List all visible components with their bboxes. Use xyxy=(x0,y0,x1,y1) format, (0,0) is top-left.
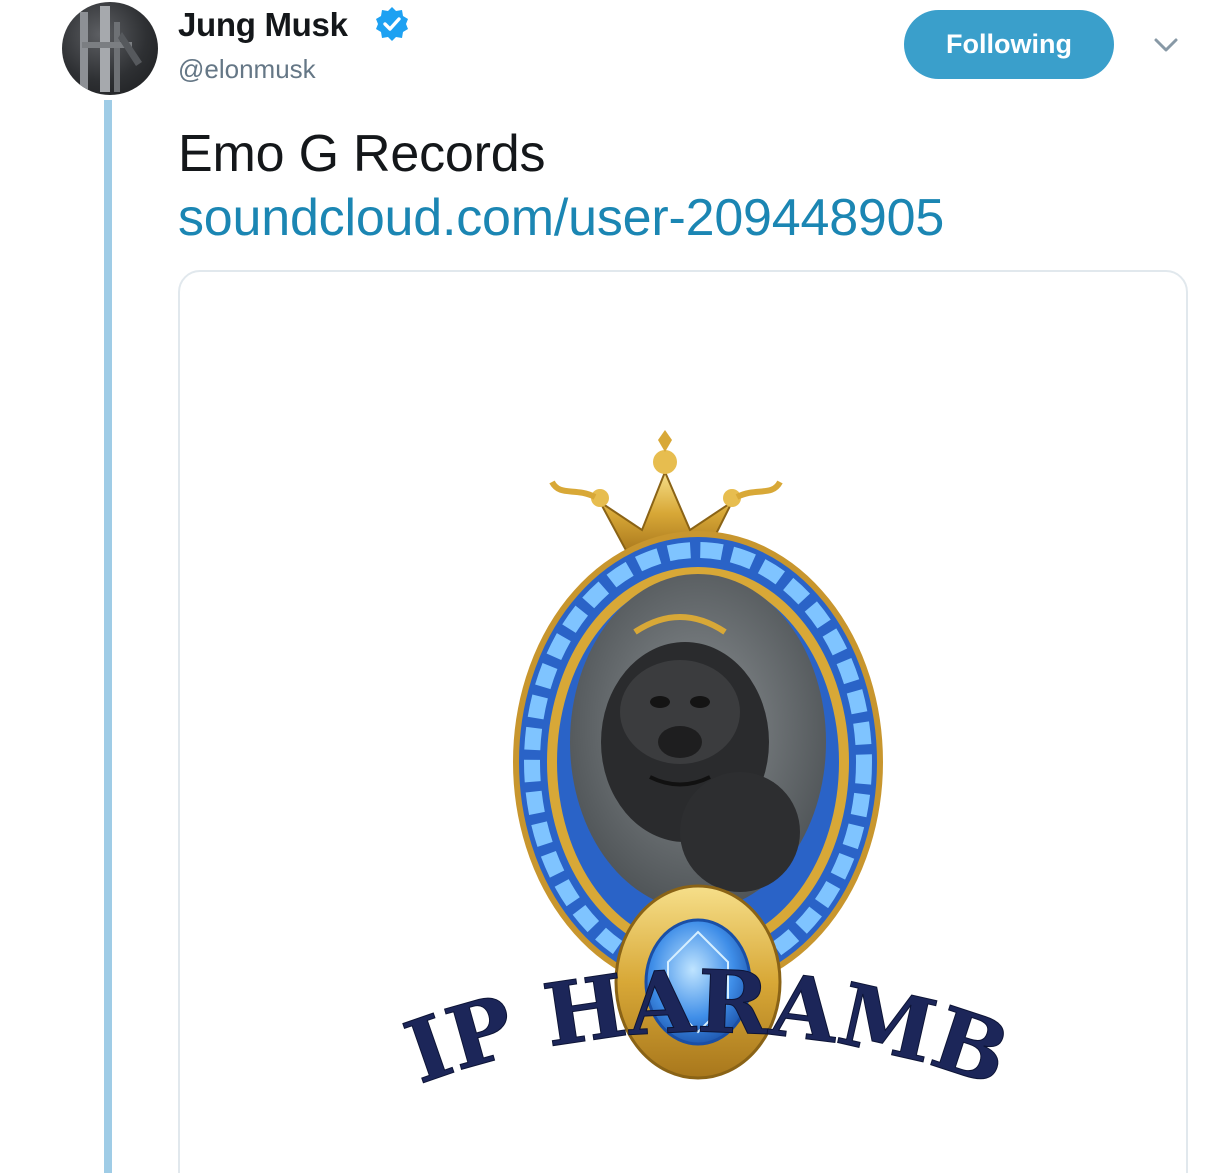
thread-line xyxy=(104,100,112,1173)
verified-badge-icon xyxy=(374,6,410,42)
following-button[interactable]: Following xyxy=(904,10,1114,79)
display-name[interactable]: Jung Musk xyxy=(178,6,348,44)
rip-harambe-logo-image: RIP HARAMBE xyxy=(180,272,1021,1106)
tweet-text: Emo G Records xyxy=(178,125,546,183)
tweet-link[interactable]: soundcloud.com/user-209448905 xyxy=(178,188,944,248)
chevron-down-icon[interactable] xyxy=(1150,32,1182,60)
avatar[interactable] xyxy=(62,2,158,95)
tweet: Jung Musk @elonmusk Following Emo G Reco… xyxy=(0,0,1221,1173)
media-card[interactable]: RIP HARAMBE xyxy=(178,270,1188,1173)
user-handle[interactable]: @elonmusk xyxy=(178,54,316,85)
